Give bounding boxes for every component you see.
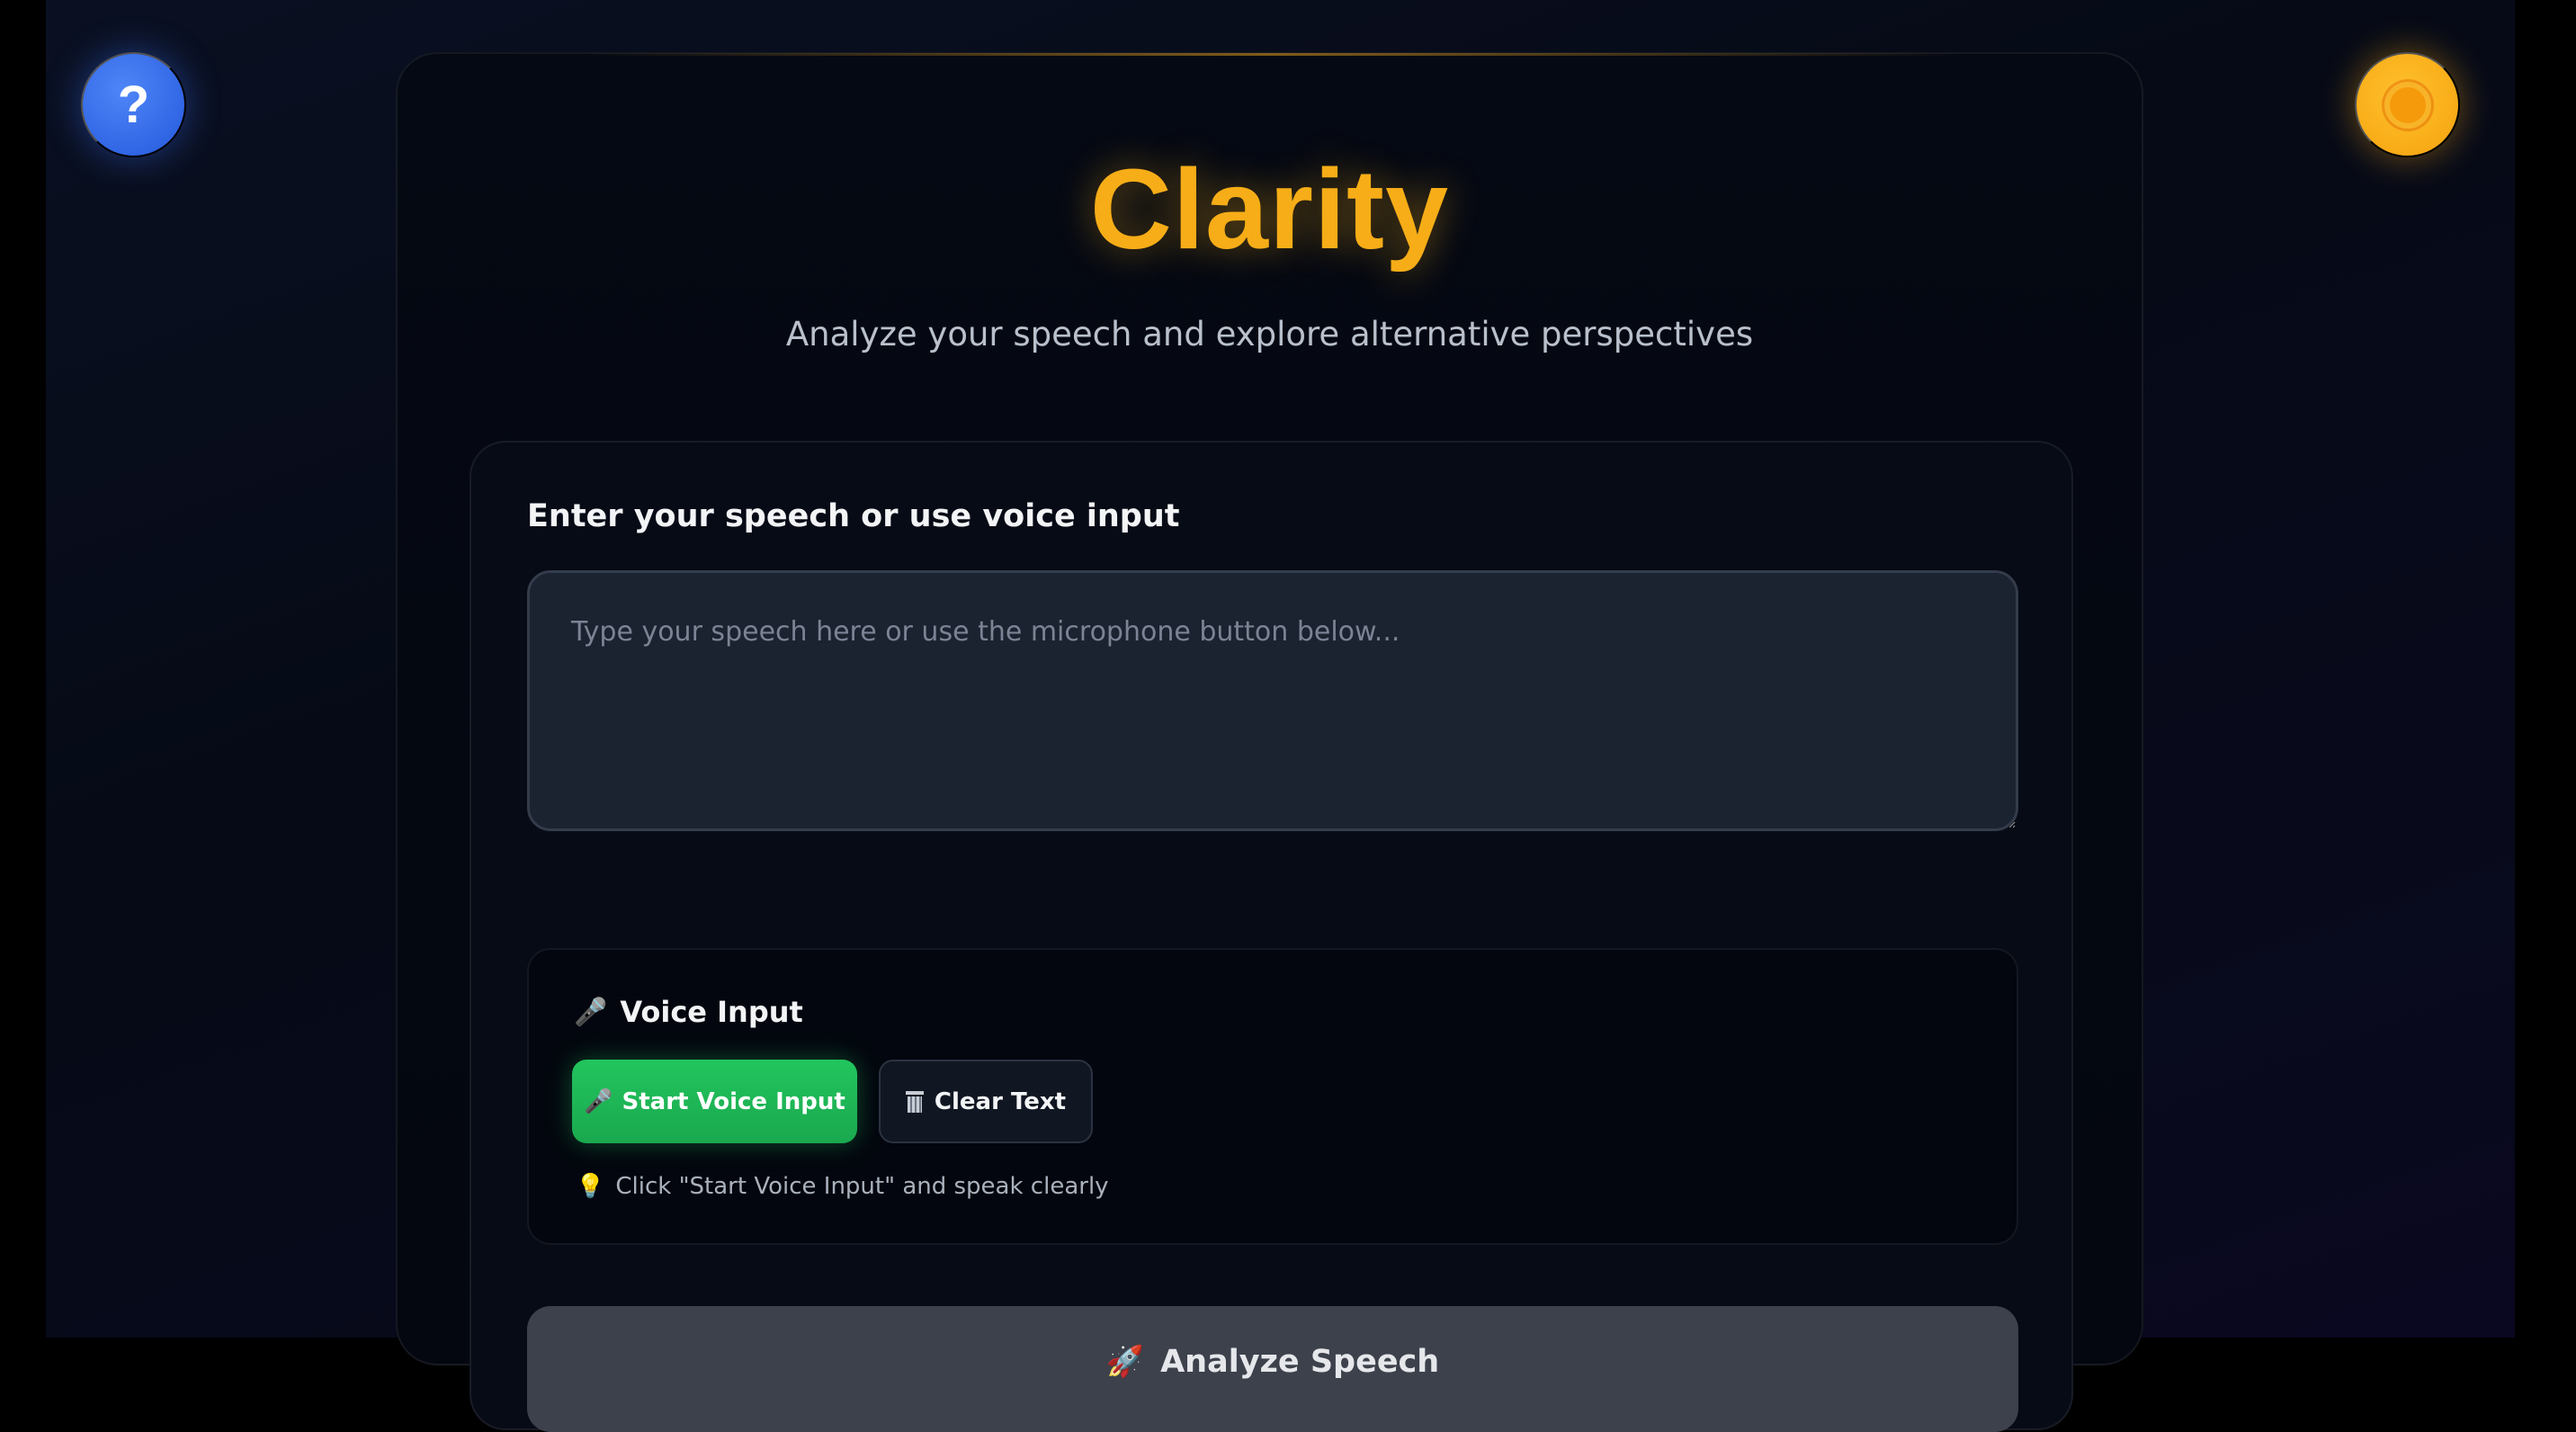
lightbulb-icon: 💡 (576, 1173, 605, 1200)
speech-textarea[interactable] (527, 570, 2018, 831)
question-mark-icon: ? (117, 76, 150, 134)
microphone-icon: 🎤 (574, 996, 608, 1028)
app-title: Clarity (1089, 146, 1450, 273)
trash-icon (905, 1090, 924, 1113)
theme-toggle-button[interactable] (2355, 52, 2460, 157)
clear-text-label: Clear Text (934, 1087, 1067, 1115)
voice-input-title-text: Voice Input (620, 995, 803, 1029)
window-edge (2515, 0, 2576, 1338)
analyze-speech-label: Analyze Speech (1160, 1344, 1440, 1380)
speech-input-label: Enter your speech or use voice input (527, 498, 1180, 534)
analyze-speech-button[interactable]: 🚀 Analyze Speech (527, 1306, 2018, 1432)
microphone-icon: 🎤 (584, 1087, 613, 1115)
sun-icon (2389, 86, 2426, 123)
app-subtitle: Analyze your speech and explore alternat… (785, 315, 1754, 354)
help-button[interactable]: ? (81, 52, 186, 157)
start-voice-input-button[interactable]: 🎤 Start Voice Input (572, 1060, 857, 1143)
voice-hint: 💡 Click "Start Voice Input" and speak cl… (576, 1173, 1109, 1200)
voice-input-title: 🎤 Voice Input (574, 995, 803, 1029)
speech-input-panel: Enter your speech or use voice input 🎤 V… (470, 441, 2073, 1432)
clear-text-button[interactable]: Clear Text (879, 1060, 1093, 1143)
rocket-icon: 🚀 (1105, 1344, 1145, 1380)
main-card: Clarity Analyze your speech and explore … (396, 52, 2143, 1432)
voice-input-panel: 🎤 Voice Input 🎤 Start Voice Input Clear … (527, 948, 2018, 1245)
voice-hint-text: Click "Start Voice Input" and speak clea… (615, 1173, 1109, 1200)
start-voice-input-label: Start Voice Input (622, 1087, 845, 1115)
